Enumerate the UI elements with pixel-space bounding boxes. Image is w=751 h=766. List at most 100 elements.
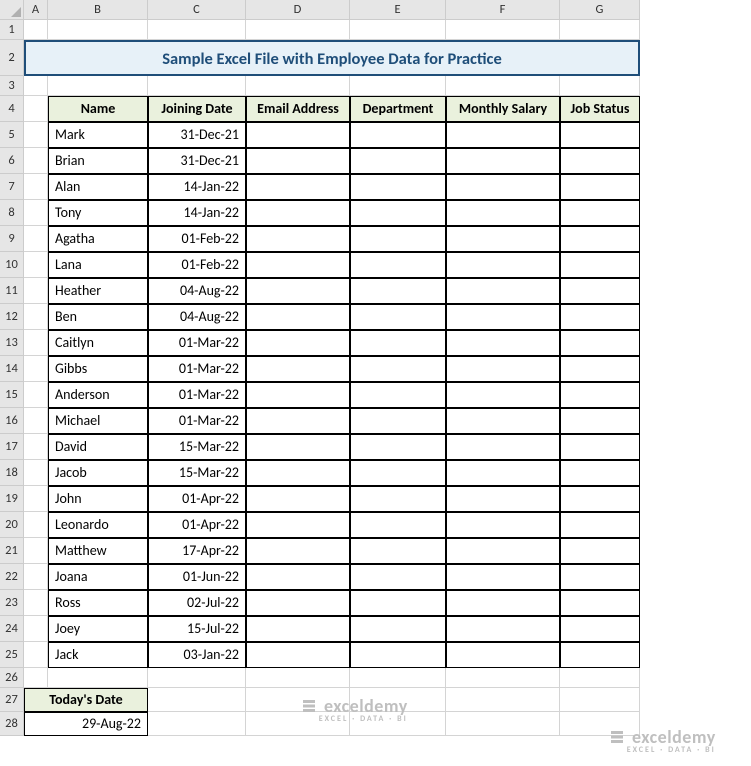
cell[interactable] — [24, 434, 48, 460]
cell-empty[interactable] — [446, 356, 560, 382]
cell-name[interactable]: Gibbs — [48, 356, 148, 382]
column-header[interactable]: B — [48, 0, 148, 20]
cell-empty[interactable] — [350, 304, 446, 330]
row-header[interactable]: 13 — [0, 330, 24, 356]
cell-empty[interactable] — [350, 330, 446, 356]
cell-empty[interactable] — [446, 252, 560, 278]
cell[interactable] — [148, 20, 246, 40]
cell[interactable] — [24, 590, 48, 616]
cell-empty[interactable] — [246, 486, 350, 512]
cell-empty[interactable] — [446, 174, 560, 200]
cell-name[interactable]: Michael — [48, 408, 148, 434]
cell-empty[interactable] — [560, 512, 640, 538]
cell-empty[interactable] — [446, 226, 560, 252]
cell-name[interactable]: Anderson — [48, 382, 148, 408]
cell-empty[interactable] — [350, 356, 446, 382]
row-header[interactable]: 17 — [0, 434, 24, 460]
cell-empty[interactable] — [446, 304, 560, 330]
row-header[interactable]: 7 — [0, 174, 24, 200]
cell[interactable] — [24, 252, 48, 278]
cell-name[interactable]: Ross — [48, 590, 148, 616]
cell[interactable] — [24, 564, 48, 590]
cell[interactable] — [446, 76, 560, 96]
cell-empty[interactable] — [446, 122, 560, 148]
cell[interactable] — [560, 712, 640, 736]
cell-empty[interactable] — [350, 564, 446, 590]
cell-empty[interactable] — [246, 382, 350, 408]
cell-joining-date[interactable]: 01-Feb-22 — [148, 226, 246, 252]
cell-empty[interactable] — [246, 434, 350, 460]
cell-empty[interactable] — [246, 408, 350, 434]
cell[interactable] — [148, 76, 246, 96]
column-header[interactable]: C — [148, 0, 246, 20]
cell-joining-date[interactable]: 15-Mar-22 — [148, 460, 246, 486]
cell-empty[interactable] — [446, 330, 560, 356]
cell[interactable] — [246, 76, 350, 96]
cell-empty[interactable] — [446, 538, 560, 564]
cell[interactable] — [246, 712, 350, 736]
cell-empty[interactable] — [560, 174, 640, 200]
row-header[interactable]: 19 — [0, 486, 24, 512]
cell-empty[interactable] — [350, 122, 446, 148]
cell-joining-date[interactable]: 01-Apr-22 — [148, 512, 246, 538]
cell-empty[interactable] — [246, 200, 350, 226]
cell[interactable] — [24, 226, 48, 252]
cell[interactable] — [24, 20, 48, 40]
row-header[interactable]: 9 — [0, 226, 24, 252]
cell-empty[interactable] — [246, 122, 350, 148]
cell-empty[interactable] — [350, 226, 446, 252]
cell[interactable] — [24, 616, 48, 642]
cell-empty[interactable] — [446, 408, 560, 434]
cell-empty[interactable] — [446, 148, 560, 174]
row-header[interactable]: 18 — [0, 460, 24, 486]
cell-empty[interactable] — [246, 356, 350, 382]
row-header[interactable]: 20 — [0, 512, 24, 538]
cell-empty[interactable] — [350, 200, 446, 226]
cell-joining-date[interactable]: 02-Jul-22 — [148, 590, 246, 616]
cell-empty[interactable] — [560, 460, 640, 486]
row-header[interactable]: 8 — [0, 200, 24, 226]
row-header[interactable]: 14 — [0, 356, 24, 382]
cell[interactable] — [24, 278, 48, 304]
cell[interactable] — [24, 304, 48, 330]
column-header[interactable]: E — [350, 0, 446, 20]
cell[interactable] — [350, 688, 446, 712]
cell[interactable] — [24, 382, 48, 408]
cell[interactable] — [350, 712, 446, 736]
cell-empty[interactable] — [446, 564, 560, 590]
cell-empty[interactable] — [446, 642, 560, 668]
column-header[interactable]: G — [560, 0, 640, 20]
cell-name[interactable]: Caitlyn — [48, 330, 148, 356]
cell-empty[interactable] — [560, 148, 640, 174]
cell-name[interactable]: Joana — [48, 564, 148, 590]
cell-joining-date[interactable]: 31-Dec-21 — [148, 148, 246, 174]
cell[interactable] — [48, 20, 148, 40]
cell-empty[interactable] — [446, 278, 560, 304]
cell-empty[interactable] — [560, 252, 640, 278]
cell[interactable] — [560, 20, 640, 40]
table-header[interactable]: Job Status — [560, 96, 640, 122]
cell-joining-date[interactable]: 31-Dec-21 — [148, 122, 246, 148]
cell[interactable] — [24, 642, 48, 668]
todays-date-value[interactable]: 29-Aug-22 — [24, 712, 148, 736]
cell-name[interactable]: Brian — [48, 148, 148, 174]
cell-empty[interactable] — [560, 642, 640, 668]
cell-name[interactable]: Leonardo — [48, 512, 148, 538]
cell[interactable] — [246, 20, 350, 40]
cell[interactable] — [246, 668, 350, 688]
cell-empty[interactable] — [560, 408, 640, 434]
cell[interactable] — [446, 668, 560, 688]
column-header[interactable]: D — [246, 0, 350, 20]
cell-joining-date[interactable]: 01-Feb-22 — [148, 252, 246, 278]
cell[interactable] — [24, 356, 48, 382]
cell-empty[interactable] — [560, 356, 640, 382]
cell-empty[interactable] — [560, 122, 640, 148]
cell[interactable] — [24, 460, 48, 486]
cell-empty[interactable] — [446, 486, 560, 512]
cell-name[interactable]: Heather — [48, 278, 148, 304]
cell[interactable] — [350, 20, 446, 40]
cell[interactable] — [560, 76, 640, 96]
row-header[interactable]: 1 — [0, 20, 24, 40]
cell-empty[interactable] — [350, 252, 446, 278]
cell-empty[interactable] — [350, 408, 446, 434]
